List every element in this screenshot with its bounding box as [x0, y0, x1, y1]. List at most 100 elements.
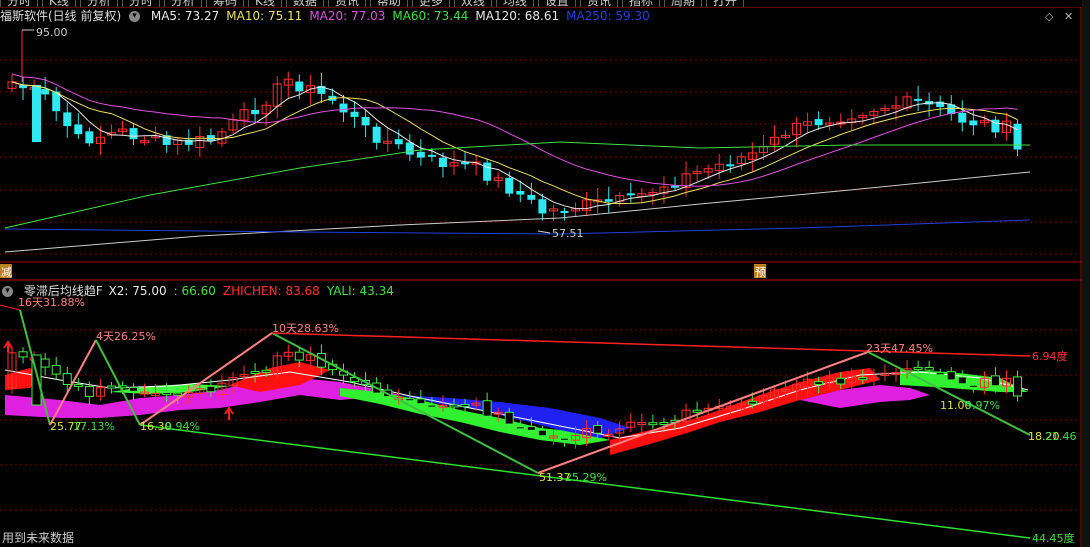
toolbar-tab-6[interactable]: K线	[247, 0, 282, 7]
candle-body	[726, 164, 735, 167]
ma-item-4: MA120: 68.61	[475, 9, 560, 23]
main-settings-button[interactable]: ▾	[129, 11, 141, 22]
candle-body	[416, 151, 425, 158]
toolbar-tab-5[interactable]: 筹码	[205, 0, 244, 7]
top-toolbar: 分时 K线 分析 分时 分析 筹码 K线 数据 资讯 帮助 更多 双线 均线 设置 资讯 指标 周期 打开	[0, 0, 1090, 7]
toolbar-tab-1[interactable]: K线	[42, 0, 76, 7]
ma-items: MA5: 73.27 MA10: 75.11 MA20: 77.03 MA60: 73…	[151, 9, 657, 23]
sub-candle-body	[294, 351, 304, 361]
sub-candle-body	[560, 437, 569, 441]
sub-candle-body	[692, 409, 702, 413]
candle-body	[63, 112, 72, 127]
high-price-label: 95.00	[36, 26, 68, 39]
sub-legend: ▾ 零滞后均线趋F X2: 75.00: 66.60 ZHICHEN: 83.68…	[0, 283, 408, 299]
sub-candle-body	[836, 377, 846, 385]
candle-body	[251, 109, 260, 115]
sub-candle-body	[957, 376, 967, 385]
toolbar-tab-16[interactable]: 周期	[663, 0, 702, 7]
sub-item-1: : 66.60	[173, 284, 216, 298]
toolbar-tab-13[interactable]: 设置	[537, 0, 576, 7]
toolbar-tabs: 分时 K线 分析 分时 分析 筹码 K线 数据 资讯 帮助 更多 双线 均线 设置 资讯 指标 周期 打开	[0, 0, 748, 7]
candle-body	[958, 112, 967, 123]
candle-body	[505, 177, 514, 194]
sub-candle-body	[515, 426, 525, 430]
sub-annotation-7: 9.94%	[165, 420, 200, 433]
candle-body	[405, 142, 414, 155]
sub-candle-body	[968, 384, 978, 388]
sub-annotation-2: 10天28.63%	[272, 322, 339, 335]
toolbar-tab-11[interactable]: 双线	[453, 0, 492, 7]
sub-candle-body	[106, 385, 116, 389]
main-title: 福斯软件(日线 前复权)	[0, 9, 122, 23]
sub-candle-body	[1013, 376, 1023, 397]
candle-body	[438, 157, 447, 168]
sub-candle-body	[482, 400, 492, 417]
chart-canvas[interactable]: 95.0057.51减 预16天31.88%4天26.25%10天28.63%23…	[0, 0, 1082, 547]
right-scroll-strip[interactable]	[1082, 0, 1090, 547]
marker-right-text: 预	[755, 266, 766, 279]
zigzag-up-3	[537, 351, 869, 474]
toolbar-tab-12[interactable]: 均线	[495, 0, 534, 7]
sub-candle-body	[913, 366, 923, 370]
candle-body	[516, 190, 525, 195]
sub-items: X2: 75.00: 66.60 ZHICHEN: 83.68 YALI: 43.3…	[109, 284, 401, 298]
toolbar-tab-4[interactable]: 分析	[163, 0, 202, 7]
candle-body	[814, 119, 823, 126]
candle-body	[41, 89, 50, 95]
toolbar-tab-2[interactable]: 分析	[79, 0, 118, 7]
sub-annotation-11: 9.97%	[965, 399, 1000, 412]
sub-candle-body	[162, 392, 172, 396]
sub-candle-body	[206, 385, 216, 393]
sub-candle-body	[460, 404, 470, 408]
candle-body	[394, 139, 403, 145]
candle-body	[339, 103, 348, 113]
toolbar-tab-3[interactable]: 分时	[121, 0, 160, 7]
main-close-icon[interactable]: ✕	[1064, 10, 1073, 23]
toolbar-tab-7[interactable]: 数据	[285, 0, 324, 7]
toolbar-tab-8[interactable]: 资讯	[327, 0, 366, 7]
sub-candle-body	[537, 429, 547, 437]
candle-body	[32, 85, 41, 142]
candle-body	[361, 116, 370, 126]
sub-candle-body	[946, 371, 956, 381]
low-pointer	[537, 230, 551, 234]
ma120-line	[4, 171, 1031, 253]
toolbar-tab-17[interactable]: 打开	[705, 0, 744, 7]
sub-settings-button[interactable]: ▾	[2, 286, 13, 297]
ma-item-3: MA60: 73.44	[392, 9, 469, 23]
sub-candle-body	[40, 358, 50, 368]
candle-body	[604, 199, 613, 202]
candle-body	[372, 126, 381, 143]
candle-body	[85, 131, 94, 144]
sub-annotation-3: 23天47.45%	[866, 342, 933, 355]
toolbar-tab-0[interactable]: 分时	[0, 0, 39, 7]
sub-candle-body	[449, 404, 459, 408]
sub-candle-body	[73, 383, 83, 387]
ma60-line	[4, 141, 1030, 229]
sub-annotation-13: 21.46	[1045, 430, 1077, 443]
candle-body	[1013, 123, 1022, 150]
candle-body	[914, 98, 923, 101]
toolbar-tab-9[interactable]: 帮助	[369, 0, 408, 7]
candlesticks	[7, 71, 1022, 221]
toolbar-tab-15[interactable]: 指标	[621, 0, 660, 7]
sub-title: 零滞后均线趋F	[23, 284, 103, 298]
candle-body	[74, 124, 83, 135]
toolbar-tab-10[interactable]: 更多	[411, 0, 450, 7]
sub-candle-body	[990, 375, 1000, 387]
footer-note: 用到未来数据	[2, 531, 75, 545]
sub-candle-body	[648, 422, 658, 426]
sub-candle-body	[659, 422, 669, 426]
candle-body	[527, 194, 536, 200]
candle-body	[483, 162, 492, 181]
sub-candle-body	[526, 426, 536, 431]
main-expand-icon[interactable]: ◇	[1045, 10, 1053, 23]
sub-item-0: X2: 75.00	[108, 284, 167, 298]
candle-body	[427, 154, 436, 157]
candle-body	[350, 111, 359, 117]
sub-candle-body	[858, 377, 868, 381]
toolbar-tab-14[interactable]: 资讯	[579, 0, 618, 7]
red-line-degree-label: 6.94度	[1032, 349, 1068, 363]
ma-item-0: MA5: 73.27	[150, 9, 220, 23]
sub-candle-body	[173, 392, 183, 396]
